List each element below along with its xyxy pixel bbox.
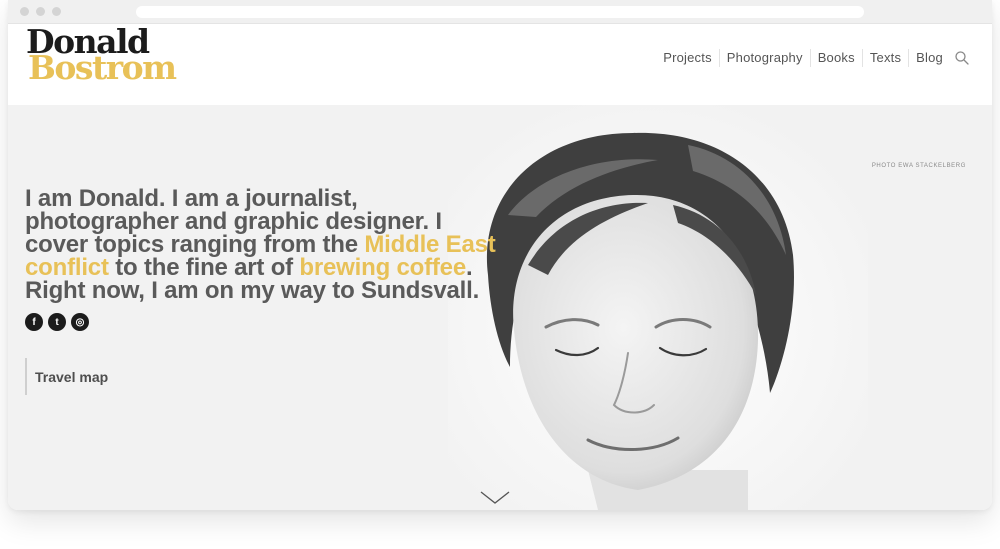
nav-photography[interactable]: Photography <box>720 49 811 67</box>
browser-chrome <box>8 0 992 24</box>
instagram-icon[interactable]: ◎ <box>71 313 89 331</box>
window-close-dot[interactable] <box>20 7 29 16</box>
address-bar[interactable] <box>136 6 864 18</box>
hero-section: PHOTO EWA STACKELBERG I am Donald. I am … <box>8 105 992 510</box>
site-header: Donald Bostrom Projects Photography Book… <box>8 24 992 105</box>
logo-last-name: Bostrom <box>28 48 177 87</box>
portrait-image <box>448 105 868 510</box>
twitter-icon[interactable]: t <box>48 313 66 331</box>
window-minimize-dot[interactable] <box>36 7 45 16</box>
browser-window: Donald Bostrom Projects Photography Book… <box>8 0 992 510</box>
travel-map-link[interactable]: Travel map <box>25 358 108 395</box>
nav-books[interactable]: Books <box>811 49 863 67</box>
search-icon[interactable] <box>954 50 970 66</box>
intro-text: I am Donald. I am a journalist, photogra… <box>25 187 505 303</box>
chevron-down-icon[interactable] <box>479 490 511 506</box>
social-links: f t ◎ <box>25 313 89 331</box>
nav-texts[interactable]: Texts <box>863 49 910 67</box>
photo-credit: PHOTO EWA STACKELBERG <box>871 163 966 169</box>
main-nav: Projects Photography Books Texts Blog <box>656 49 970 67</box>
window-maximize-dot[interactable] <box>52 7 61 16</box>
nav-projects[interactable]: Projects <box>656 49 720 67</box>
nav-blog[interactable]: Blog <box>909 49 950 67</box>
facebook-icon[interactable]: f <box>25 313 43 331</box>
